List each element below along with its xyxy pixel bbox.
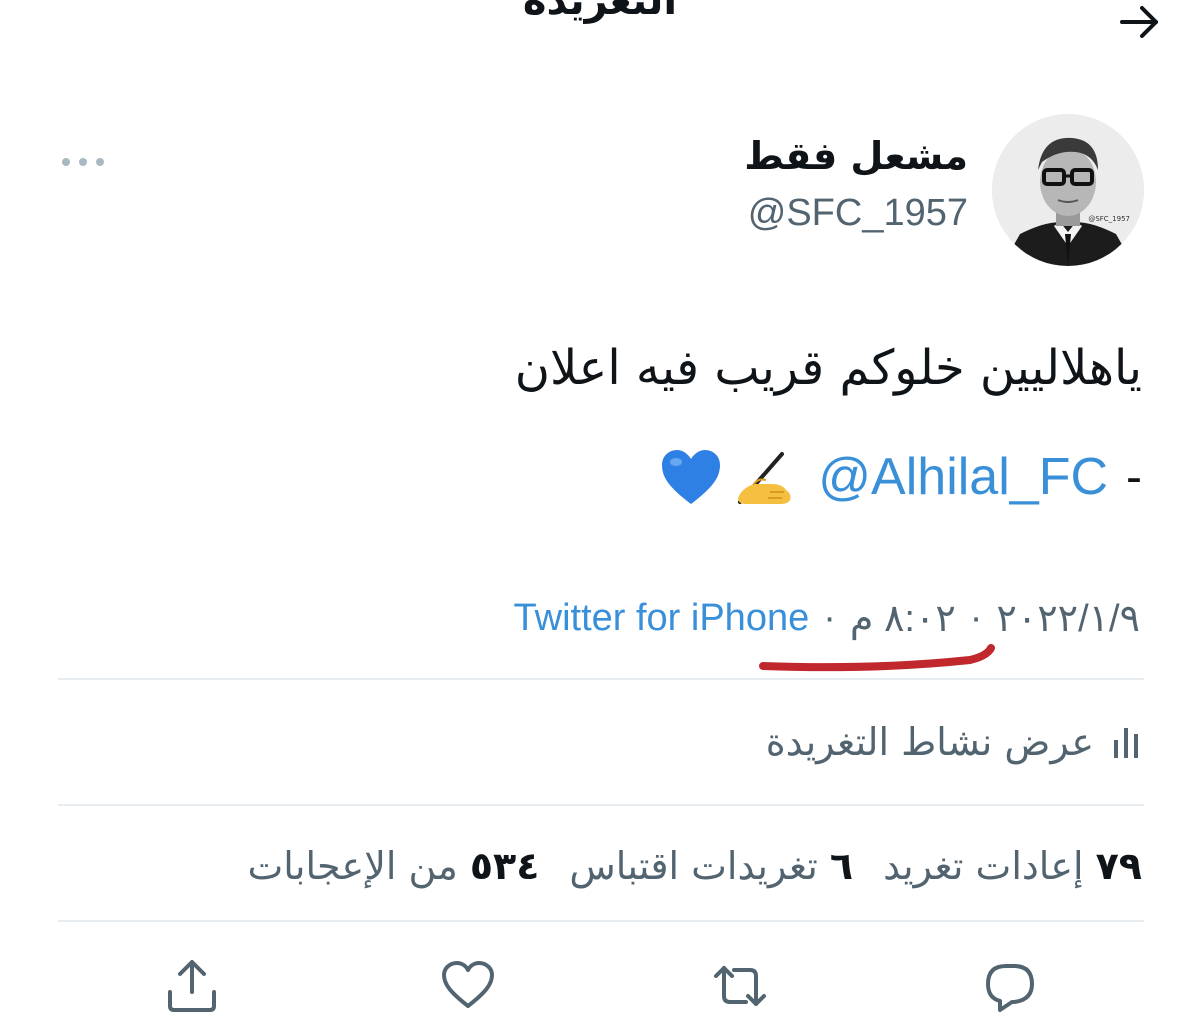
profile-photo-icon <box>992 114 1144 266</box>
source-link[interactable]: Twitter for iPhone <box>514 597 810 640</box>
retweet-icon <box>714 966 766 1006</box>
quotes-label: تغريدات اقتباس <box>569 844 818 888</box>
tweet-stats: ٧٩ إعادات تغريد ٦ تغريدات اقتباس ٥٣٤ من … <box>248 836 1142 896</box>
retweet-button[interactable] <box>712 958 768 1014</box>
tweet-text: ياهلاليين خلوكم قريب فيه اعلان <box>514 340 1142 396</box>
view-tweet-activity[interactable]: عرض نشاط التغريدة <box>766 712 1142 772</box>
more-options-button[interactable] <box>60 150 106 174</box>
likes-stat[interactable]: ٥٣٤ من الإعجابات <box>248 844 540 888</box>
tweet-date[interactable]: ٢٠٢٢/١/٩ <box>996 596 1140 641</box>
share-button[interactable] <box>164 958 220 1014</box>
back-button[interactable] <box>1118 0 1162 44</box>
quotes-stat[interactable]: ٦ تغريدات اقتباس <box>569 844 853 888</box>
writing-hand-icon <box>738 452 791 504</box>
avatar-watermark: @SFC_1957 <box>1088 215 1130 223</box>
blue-heart-icon <box>662 450 721 504</box>
page-title: التغريدة <box>522 0 678 24</box>
meta-separator: · <box>969 596 983 639</box>
share-icon <box>168 960 216 1012</box>
reply-button[interactable] <box>982 958 1038 1014</box>
emoji-group <box>660 448 796 506</box>
divider <box>58 920 1144 922</box>
reply-icon <box>986 964 1034 1012</box>
mention-link[interactable]: @Alhilal_FC <box>818 447 1108 507</box>
display-name[interactable]: مشعل فقط <box>744 134 968 178</box>
activity-label: عرض نشاط التغريدة <box>765 720 1094 764</box>
divider <box>58 678 1144 680</box>
red-underline-annotation <box>759 644 995 672</box>
heart-icon <box>442 961 494 1008</box>
top-bar: التغريدة <box>0 0 1200 50</box>
retweets-stat[interactable]: ٧٩ إعادات تغريد <box>883 844 1142 888</box>
user-handle[interactable]: @SFC_1957 <box>748 192 968 235</box>
more-dots-icon <box>62 158 104 166</box>
retweets-count: ٧٩ <box>1095 844 1142 888</box>
tweet-text-line-2: @Alhilal_FC - <box>660 442 1142 512</box>
divider <box>58 804 1144 806</box>
tweet-meta: Twitter for iPhone · ٨:٠٢ م · ٢٠٢٢/١/٩ <box>514 590 1140 646</box>
arrow-right-icon <box>1120 6 1158 38</box>
quotes-count: ٦ <box>829 844 854 888</box>
tweet-time[interactable]: ٨:٠٢ م <box>850 596 956 641</box>
like-button[interactable] <box>440 958 496 1014</box>
likes-label: من الإعجابات <box>247 844 458 888</box>
likes-count: ٥٣٤ <box>469 844 540 888</box>
analytics-icon <box>1112 724 1142 760</box>
tweet-dash: - <box>1126 450 1142 504</box>
retweets-label: إعادات تغريد <box>883 844 1084 888</box>
meta-separator: · <box>823 596 836 639</box>
avatar[interactable]: @SFC_1957 <box>992 114 1144 266</box>
